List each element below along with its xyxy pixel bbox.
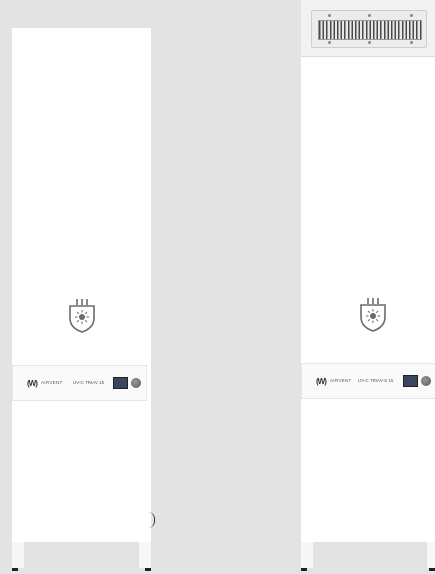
- purifier-unit-left: (W) AIRVENT UV-C TRIAV 15: [12, 28, 151, 542]
- uv-lamp-shield-icon: [360, 298, 386, 332]
- status-display: [113, 377, 128, 389]
- foot-right-front: [301, 542, 313, 568]
- model-name: UV-C TRIAV-S 15: [358, 378, 394, 383]
- status-display: [403, 375, 418, 387]
- foot-pad: [429, 568, 435, 571]
- control-knob[interactable]: [421, 376, 431, 386]
- screw: [368, 14, 371, 17]
- control-panel: (W) AIRVENT UV-C TRIAV 15: [12, 365, 147, 401]
- foot-right-back: [427, 542, 435, 568]
- power-cable: [148, 512, 155, 528]
- brand-name: AIRVENT: [330, 378, 352, 383]
- screw: [368, 41, 371, 44]
- top-grille-housing: [301, 0, 435, 57]
- foot-pad: [301, 568, 307, 571]
- brand-name: AIRVENT: [41, 380, 63, 385]
- uv-lamp-shield-icon: [69, 299, 95, 333]
- grille-slots: [318, 20, 422, 40]
- foot-pad: [12, 568, 18, 571]
- screw: [410, 41, 413, 44]
- foot-pad: [145, 568, 151, 571]
- screw: [410, 14, 413, 17]
- brand-logo: (W): [27, 379, 38, 388]
- screw: [328, 41, 331, 44]
- brand-logo: (W): [316, 377, 327, 386]
- purifier-unit-right: (W) AIRVENT UV-C TRIAV-S 15: [301, 0, 435, 542]
- foot-left-front: [12, 542, 24, 568]
- screw: [328, 14, 331, 17]
- control-panel: (W) AIRVENT UV-C TRIAV-S 15: [301, 363, 435, 399]
- control-knob[interactable]: [131, 378, 141, 388]
- air-intake-grille: [311, 10, 427, 48]
- model-name: UV-C TRIAV 15: [73, 380, 105, 385]
- foot-left-back: [139, 542, 151, 568]
